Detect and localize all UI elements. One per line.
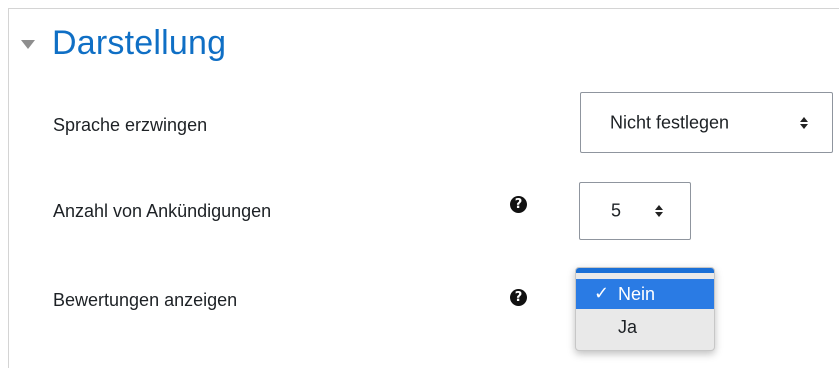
check-icon: ✓ bbox=[594, 283, 610, 304]
caret-down-icon[interactable] bbox=[21, 40, 35, 49]
updown-arrows-icon bbox=[655, 205, 663, 217]
dropdown-option-ja[interactable]: Ja bbox=[576, 312, 714, 342]
label-anzahl-ankuendigungen: Anzahl von Ankündigungen bbox=[53, 201, 272, 221]
sprache-select-value: Nicht festlegen bbox=[610, 112, 730, 132]
label-bewertungen-anzeigen: Bewertungen anzeigen bbox=[53, 290, 238, 310]
bewertungen-dropdown[interactable]: ✓ Nein Ja bbox=[575, 267, 715, 351]
section-title: Darstellung bbox=[52, 24, 227, 62]
section-header[interactable]: Darstellung bbox=[21, 24, 226, 63]
option-label: Ja bbox=[618, 317, 638, 337]
question-circle-icon[interactable]: ? bbox=[510, 196, 527, 213]
updown-arrows-icon bbox=[800, 116, 808, 129]
sprache-select[interactable]: Nicht festlegen bbox=[580, 92, 833, 153]
label-sprache-erzwingen: Sprache erzwingen bbox=[53, 115, 208, 135]
dropdown-option-nein[interactable]: ✓ Nein bbox=[576, 279, 714, 309]
question-circle-icon[interactable]: ? bbox=[510, 289, 527, 306]
anzahl-select[interactable]: 5 bbox=[579, 182, 691, 240]
option-label: Nein bbox=[618, 284, 656, 304]
anzahl-select-value: 5 bbox=[611, 200, 622, 221]
dropdown-focus-border bbox=[576, 268, 714, 273]
